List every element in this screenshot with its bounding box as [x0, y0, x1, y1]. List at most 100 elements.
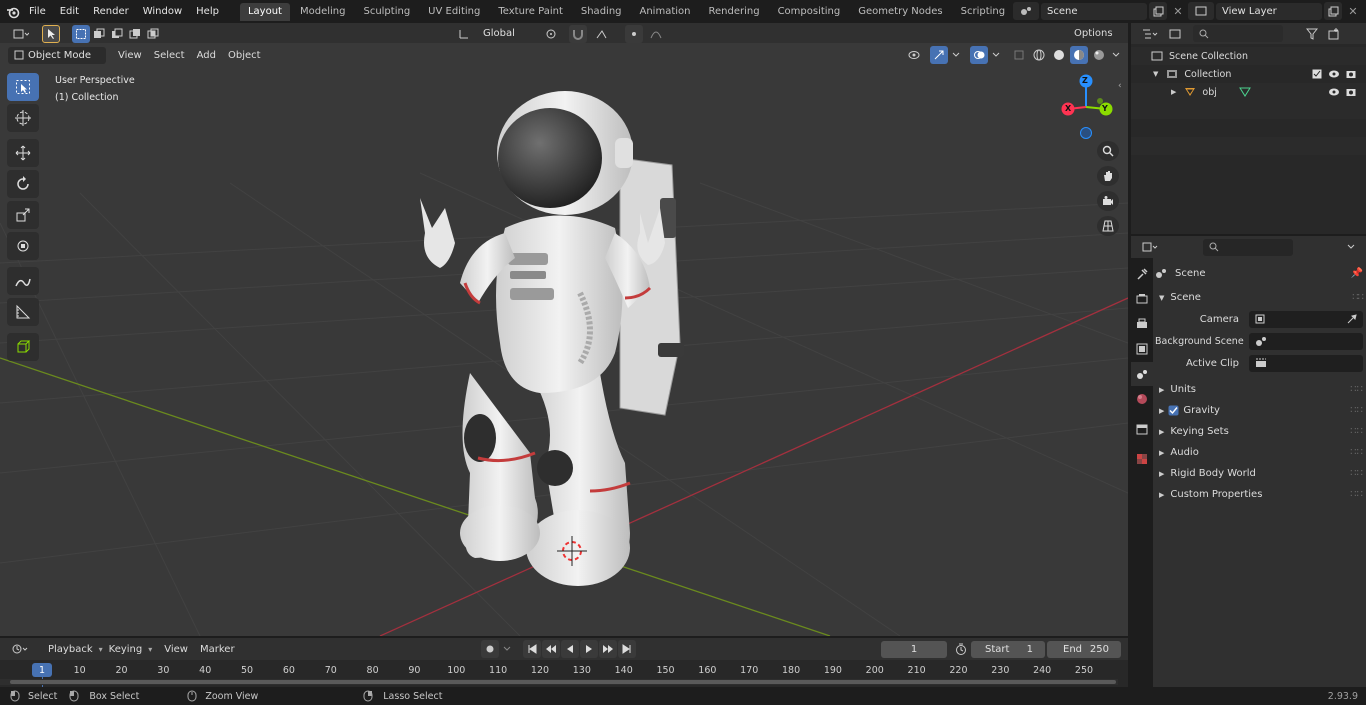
object-render-camera-icon[interactable] — [1346, 87, 1356, 97]
close-scene-icon[interactable]: ✕ — [1169, 2, 1187, 20]
keying-sets-panel-header[interactable]: ▶ Keying Sets ∷∷ — [1155, 421, 1363, 442]
tab-texture-paint[interactable]: Texture Paint — [490, 3, 571, 21]
cursor-tool-icon[interactable] — [7, 104, 39, 132]
collection-visibility-eye-icon[interactable] — [1328, 69, 1340, 79]
object-expand-icon[interactable]: ▶ — [1171, 88, 1176, 96]
prev-keyframe-icon[interactable] — [542, 640, 560, 658]
menu-marker[interactable]: Marker — [194, 644, 241, 655]
menu-help[interactable]: Help — [189, 0, 226, 23]
falloff-icon[interactable] — [647, 25, 665, 43]
timeline-scrollbar[interactable] — [0, 679, 1118, 685]
use-preview-range-icon[interactable] — [952, 640, 970, 658]
pin-icon[interactable]: 📌 — [1351, 268, 1363, 279]
wireframe-shading-icon[interactable] — [1030, 46, 1048, 64]
units-panel-header[interactable]: ▶ Units ∷∷ — [1155, 379, 1363, 400]
scale-tool-icon[interactable] — [7, 201, 39, 229]
play-reverse-icon[interactable] — [561, 640, 579, 658]
menu-window[interactable]: Window — [136, 0, 189, 23]
overlays-toggle-icon[interactable] — [970, 46, 988, 64]
filter-icon[interactable] — [1299, 25, 1325, 43]
rotate-tool-icon[interactable] — [7, 170, 39, 198]
pivot-point-icon[interactable] — [539, 25, 565, 43]
properties-options-icon[interactable] — [1342, 238, 1360, 256]
menu-select[interactable]: Select — [148, 50, 191, 61]
measure-tool-icon[interactable] — [7, 298, 39, 326]
pan-hand-icon[interactable] — [1097, 166, 1119, 186]
tab-rendering[interactable]: Rendering — [700, 3, 767, 21]
gravity-checkbox-icon[interactable] — [1168, 405, 1179, 416]
material-shading-icon[interactable] — [1070, 46, 1088, 64]
scene-panel-drag-icon[interactable]: ∷∷ — [1352, 292, 1364, 303]
menu-object[interactable]: Object — [222, 50, 267, 61]
render-tab-icon[interactable] — [1131, 287, 1153, 311]
select-mode-extend-icon[interactable] — [90, 25, 108, 43]
next-keyframe-icon[interactable] — [599, 640, 617, 658]
tool-tab-icon[interactable] — [1131, 262, 1153, 286]
menu-timeline-view[interactable]: View — [158, 644, 194, 655]
jump-end-icon[interactable] — [618, 640, 636, 658]
collection-expand-icon[interactable]: ▼ — [1153, 70, 1158, 78]
outliner-editor-type-icon[interactable] — [1137, 25, 1163, 43]
new-collection-icon[interactable] — [1325, 25, 1343, 43]
timeline-editor-type-icon[interactable] — [6, 640, 34, 658]
menu-add[interactable]: Add — [191, 50, 222, 61]
select-mode-subtract-icon[interactable] — [108, 25, 126, 43]
properties-editor-type-icon[interactable] — [1137, 238, 1163, 256]
object-visibility-eye-icon[interactable] — [1328, 87, 1340, 97]
tab-scripting[interactable]: Scripting — [953, 3, 1013, 21]
view-layer-browse-icon[interactable] — [1188, 2, 1214, 20]
close-view-layer-icon[interactable]: ✕ — [1344, 2, 1362, 20]
keying-dropdown-icon[interactable] — [500, 640, 514, 658]
display-mode-icon[interactable] — [1163, 25, 1189, 43]
tab-sculpting[interactable]: Sculpting — [355, 3, 418, 21]
shading-dropdown-icon[interactable] — [1110, 46, 1122, 64]
select-box-tool-icon[interactable] — [7, 73, 39, 101]
outliner-search-field[interactable] — [1193, 25, 1283, 42]
scene-browse-icon[interactable] — [1013, 2, 1039, 20]
mode-dropdown[interactable]: Object Mode — [8, 46, 106, 64]
tab-modeling[interactable]: Modeling — [292, 3, 354, 21]
camera-view-icon[interactable] — [1097, 191, 1119, 211]
active-clip-field[interactable] — [1249, 354, 1363, 372]
tab-shading[interactable]: Shading — [573, 3, 630, 21]
current-frame-field[interactable]: 1 — [881, 641, 947, 658]
world-tab-icon[interactable] — [1131, 387, 1153, 411]
texture-tab-icon[interactable] — [1131, 447, 1153, 471]
select-tool-icon[interactable] — [42, 24, 60, 43]
orientation-dropdown[interactable]: Global — [477, 25, 527, 42]
gizmo-dropdown-icon[interactable] — [950, 46, 962, 64]
gizmo-toggle-icon[interactable] — [930, 46, 948, 64]
camera-field[interactable] — [1249, 310, 1363, 328]
copy-view-layer-icon[interactable] — [1324, 2, 1342, 20]
copy-scene-icon[interactable] — [1149, 2, 1167, 20]
collection-exclude-checkbox-icon[interactable] — [1312, 69, 1322, 79]
sidebar-toggle-icon[interactable]: ‹ — [1118, 81, 1122, 91]
editor-type-icon[interactable] — [8, 25, 34, 43]
menu-keying[interactable]: Keying — [103, 644, 149, 655]
tab-animation[interactable]: Animation — [632, 3, 699, 21]
annotate-tool-icon[interactable] — [7, 267, 39, 295]
scene-name-field[interactable]: Scene — [1041, 2, 1147, 20]
start-frame-field[interactable]: Start 1 — [971, 641, 1045, 658]
transform-tool-icon[interactable] — [7, 232, 39, 260]
background-scene-field[interactable] — [1249, 332, 1363, 350]
collection-tab-icon[interactable] — [1131, 417, 1153, 441]
move-tool-icon[interactable] — [7, 139, 39, 167]
eyedropper-icon[interactable] — [1347, 314, 1357, 324]
menu-view[interactable]: View — [112, 50, 148, 61]
outliner-scene-collection[interactable]: Scene Collection — [1131, 47, 1366, 65]
options-dropdown[interactable]: Options — [1068, 25, 1119, 43]
rendered-shading-icon[interactable] — [1090, 46, 1108, 64]
mesh-data-icon[interactable] — [1238, 87, 1251, 97]
zoom-icon[interactable] — [1097, 141, 1119, 161]
gravity-panel-header[interactable]: ▶ Gravity ∷∷ — [1155, 400, 1363, 421]
proportional-edit-icon[interactable] — [625, 24, 643, 43]
select-mode-new-icon[interactable] — [72, 24, 90, 43]
output-tab-icon[interactable] — [1131, 312, 1153, 336]
outliner-object-row[interactable]: ▶ obj — [1131, 83, 1366, 101]
select-mode-intersect-icon[interactable] — [144, 25, 162, 43]
snap-toggle-icon[interactable] — [569, 24, 587, 43]
select-mode-invert-icon[interactable] — [126, 25, 144, 43]
menu-playback[interactable]: Playback — [42, 644, 99, 655]
3d-viewport[interactable]: User Perspective (1) Collection Z Y X ‹ — [0, 43, 1128, 636]
